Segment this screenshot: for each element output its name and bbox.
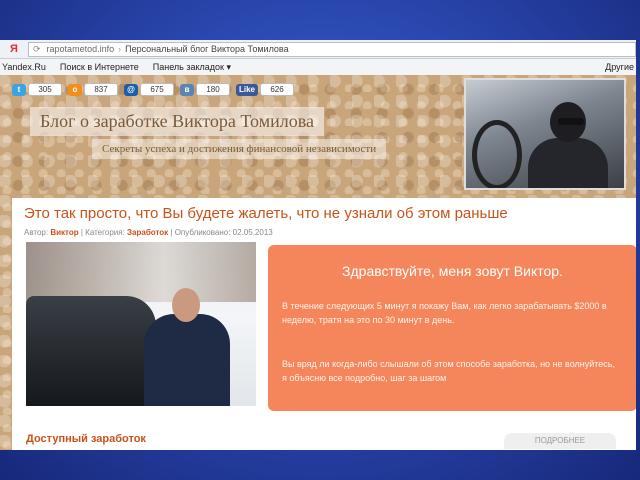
meta-date: | Опубликовано: 02.05.2013 <box>170 228 273 237</box>
section-title: Доступный заработок <box>26 433 146 445</box>
reload-icon[interactable]: ⟳ <box>33 44 41 55</box>
post-meta: Автор: Виктор | Категория: Заработок | О… <box>24 228 273 237</box>
bookmark-yandex[interactable]: Yandex.Ru <box>2 62 46 72</box>
yandex-logo[interactable]: Я <box>0 43 28 55</box>
social-button[interactable]: @675 <box>124 83 174 96</box>
meta-category-label: | Категория: <box>80 228 125 237</box>
odnoklassniki-icon[interactable]: о <box>68 83 82 96</box>
post-title[interactable]: Это так просто, что Вы будете жалеть, чт… <box>24 205 508 222</box>
blog-title[interactable]: Блог о заработке Виктора Томилова <box>30 107 324 136</box>
web-page: t 305 о 837 @675 в 180 Like 626 Блог о заработке… <box>0 75 636 450</box>
intro-paragraph-2: Вы вряд ли когда-либо слышали об этом сп… <box>282 359 615 383</box>
bookmarks-bar: Yandex.Ru Поиск в Интернете Панель закла… <box>0 59 636 76</box>
share-count: 675 <box>140 83 174 96</box>
bookmark-panel[interactable]: Панель закладок ▾ <box>153 62 231 73</box>
social-button[interactable]: Like 626 <box>236 83 294 96</box>
share-count: 626 <box>260 83 294 96</box>
intro-greeting: Здравствуйте, меня зовут Виктор. <box>342 263 563 279</box>
url-text: rapotametod.info <box>46 44 115 54</box>
url-separator: › <box>118 44 122 54</box>
social-button[interactable]: в 180 <box>180 83 230 96</box>
more-button[interactable]: ПОДРОБНЕЕ <box>504 433 616 449</box>
meta-author-link[interactable]: Виктор <box>50 228 78 237</box>
author-body <box>528 138 608 188</box>
sunglasses <box>558 118 584 125</box>
share-count: 837 <box>84 83 118 96</box>
intro-paragraph-1: В течение следующих 5 минут я покажу Вам… <box>282 301 607 325</box>
mailru-icon[interactable]: @ <box>124 83 138 96</box>
bookmark-search[interactable]: Поиск в Интернете <box>60 62 139 72</box>
tab-page-title: Персональный блог Виктора Томилова <box>125 44 289 54</box>
twitter-icon[interactable]: t <box>12 83 26 96</box>
post-card: Это так просто, что Вы будете жалеть, чт… <box>12 198 636 450</box>
blog-subtitle: Секреты успеха и достижения финансовой н… <box>92 139 387 159</box>
photo-car <box>26 296 156 406</box>
steering-wheel <box>472 120 522 188</box>
photo-trees <box>26 242 256 302</box>
vk-icon[interactable]: в <box>180 83 194 96</box>
address-bar: Я ⟳ rapotametod.info › Персональный блог… <box>0 40 636 59</box>
social-button[interactable]: t 305 <box>12 83 62 96</box>
social-button[interactable]: о 837 <box>68 83 118 96</box>
author-photo <box>464 78 626 190</box>
intro-box: Здравствуйте, меня зовут Виктор. В течен… <box>268 245 636 411</box>
social-buttons: t 305 о 837 @675 в 180 Like 626 <box>12 83 294 96</box>
share-count: 180 <box>196 83 230 96</box>
post-photo <box>26 242 256 406</box>
browser-window: Я ⟳ rapotametod.info › Персональный блог… <box>0 40 636 450</box>
bookmark-other[interactable]: Другие <box>605 62 634 72</box>
photo-man-head <box>172 288 200 322</box>
facebook-like-icon[interactable]: Like <box>236 83 258 96</box>
photo-man-body <box>144 314 230 406</box>
meta-category-link[interactable]: Заработок <box>127 228 168 237</box>
share-count: 305 <box>28 83 62 96</box>
url-field[interactable]: ⟳ rapotametod.info › Персональный блог В… <box>28 41 636 57</box>
meta-author-label: Автор: <box>24 228 49 237</box>
